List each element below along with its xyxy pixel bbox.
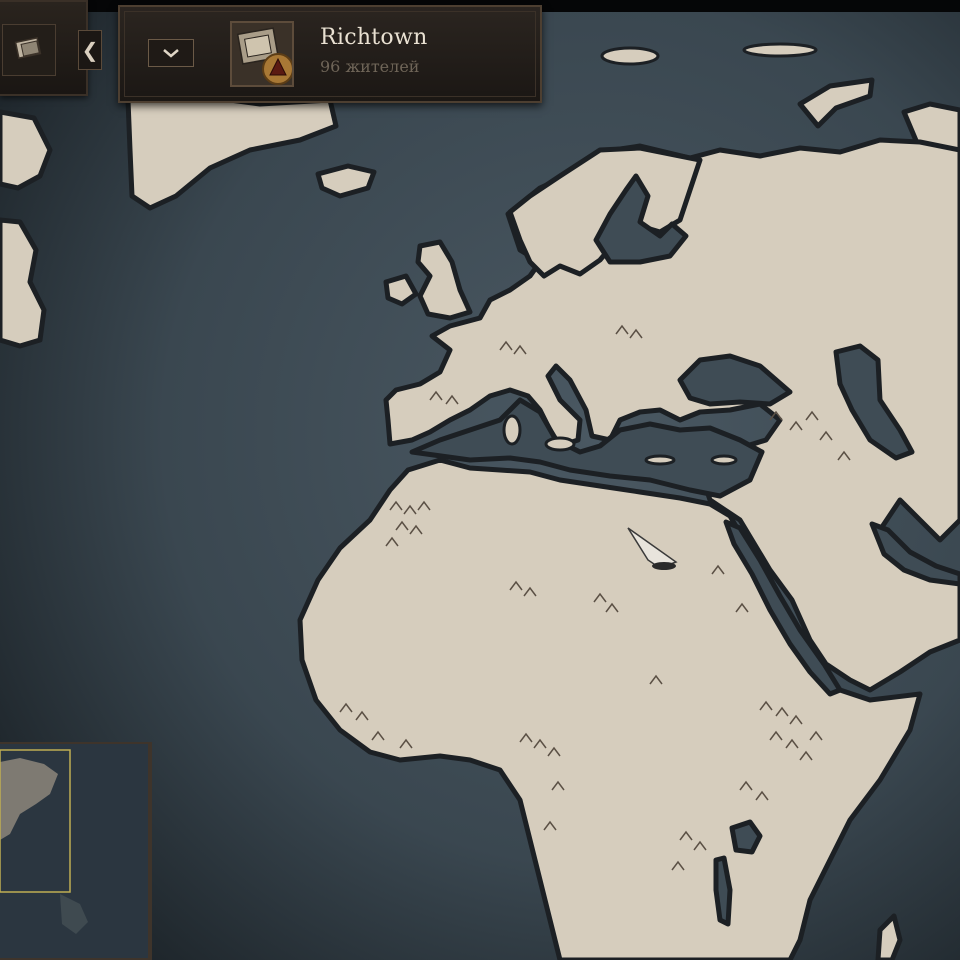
book-button[interactable]	[2, 24, 56, 76]
lake-tanganyika	[713, 855, 733, 927]
town-emblem-icon	[232, 27, 294, 89]
town-emblem[interactable]	[230, 21, 294, 87]
lake-victoria	[729, 819, 763, 855]
chevron-down-icon	[161, 44, 181, 63]
town-population: 96 жителей	[320, 57, 420, 76]
island-svalbard	[600, 46, 660, 66]
town-dropdown-button[interactable]	[148, 39, 194, 67]
chevron-left-icon: ❮	[81, 38, 99, 62]
island-sicily	[544, 436, 576, 452]
book-icon	[14, 36, 44, 64]
town-name: Richtown	[320, 25, 428, 50]
town-info-panel: Richtown 96 жителей	[118, 5, 542, 103]
collapse-panel-button[interactable]: ❮	[78, 30, 102, 70]
island-sardinia	[502, 414, 522, 446]
island-franz-josef	[742, 42, 818, 58]
left-menu-panel	[0, 0, 88, 96]
minimap[interactable]	[0, 742, 152, 960]
island-crete	[644, 454, 676, 466]
island-cyprus	[710, 454, 738, 466]
